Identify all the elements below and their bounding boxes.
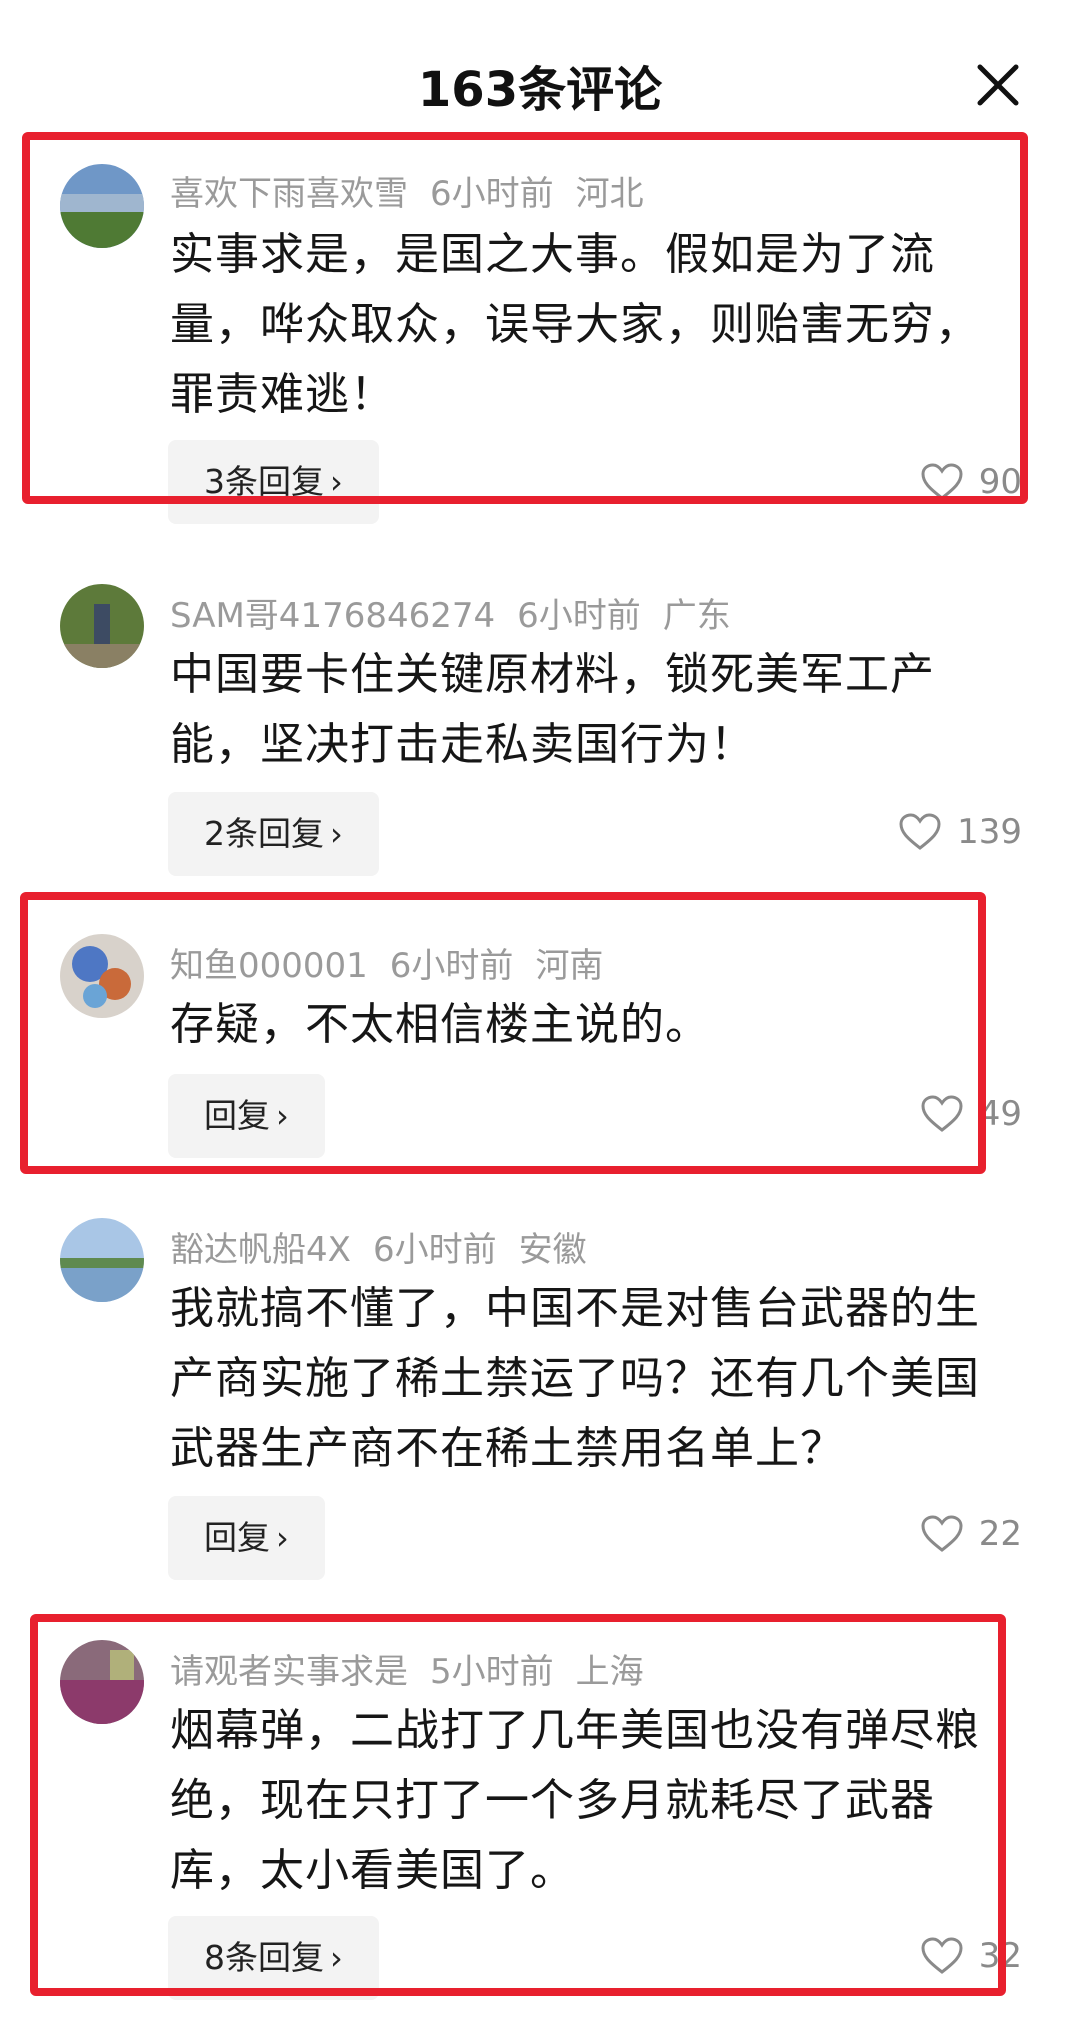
- close-icon[interactable]: [968, 55, 1028, 115]
- comment-meta: 喜欢下雨喜欢雪 6小时前 河北: [170, 166, 666, 215]
- comment-meta: 知鱼000001 6小时前 河南: [170, 938, 625, 987]
- chevron-right-icon: ›: [276, 1519, 289, 1557]
- comment-meta: 豁达帆船4X 6小时前 安徽: [170, 1222, 609, 1271]
- like-count: 139: [957, 812, 1022, 852]
- location: 广东: [662, 596, 731, 636]
- like-count: 49: [978, 1094, 1022, 1134]
- replies-button[interactable]: 回复 ›: [168, 1074, 325, 1158]
- like-button[interactable]: 32: [921, 1926, 1022, 1986]
- replies-label: 2条回复: [204, 814, 324, 853]
- chevron-right-icon: ›: [330, 1939, 343, 1977]
- replies-button[interactable]: 8条回复 ›: [168, 1916, 379, 2000]
- replies-label: 回复: [204, 1518, 270, 1557]
- like-count: 32: [978, 1936, 1022, 1976]
- comment-meta: 请观者实事求是 5小时前 上海: [170, 1644, 666, 1693]
- username[interactable]: 请观者实事求是: [170, 1652, 408, 1692]
- comment-text: 实事求是，是国之大事。假如是为了流量，哗众取众，误导大家，则贻害无穷，罪责难逃！: [170, 229, 980, 420]
- timestamp: 6小时前: [517, 596, 641, 636]
- chevron-right-icon: ›: [330, 815, 343, 853]
- comments-header: 163条评论: [0, 0, 1080, 150]
- location: 上海: [575, 1652, 644, 1692]
- like-button[interactable]: 49: [921, 1084, 1022, 1144]
- avatar[interactable]: [60, 164, 144, 248]
- heart-icon: [921, 1937, 963, 1974]
- timestamp: 6小时前: [389, 946, 514, 986]
- avatar[interactable]: [60, 934, 144, 1018]
- replies-label: 回复: [204, 1096, 270, 1135]
- replies-button[interactable]: 2条回复 ›: [168, 792, 379, 876]
- heart-icon: [921, 1515, 963, 1552]
- timestamp: 6小时前: [430, 174, 554, 214]
- username[interactable]: SAM哥4176846274: [170, 596, 495, 636]
- chevron-right-icon: ›: [276, 1097, 289, 1135]
- comment-text: 我就搞不懂了，中国不是对售台武器的生产商实施了稀土禁运了吗？还有几个美国武器生产…: [170, 1283, 980, 1474]
- avatar[interactable]: [60, 584, 144, 668]
- timestamp: 5小时前: [430, 1652, 554, 1692]
- username[interactable]: 豁达帆船4X: [170, 1230, 351, 1270]
- like-button[interactable]: 22: [921, 1504, 1022, 1564]
- comment-text: 存疑，不太相信楼主说的。: [170, 999, 710, 1050]
- like-button[interactable]: 90: [921, 452, 1022, 512]
- location: 河北: [575, 174, 644, 214]
- username[interactable]: 知鱼000001: [170, 946, 368, 986]
- location: 河南: [535, 946, 604, 986]
- like-button[interactable]: 139: [899, 802, 1022, 862]
- like-count: 90: [978, 462, 1022, 502]
- heart-icon: [921, 1095, 963, 1132]
- username[interactable]: 喜欢下雨喜欢雪: [170, 174, 408, 214]
- heart-icon: [921, 463, 963, 500]
- comment-text: 中国要卡住关键原材料，锁死美军工产能，坚决打击走私卖国行为！: [170, 649, 935, 770]
- avatar[interactable]: [60, 1640, 144, 1724]
- heart-icon: [899, 813, 941, 850]
- chevron-right-icon: ›: [330, 463, 343, 501]
- comment-meta: SAM哥4176846274 6小时前 广东: [170, 588, 753, 637]
- comment-text: 烟幕弹，二战打了几年美国也没有弹尽粮绝，现在只打了一个多月就耗尽了武器库，太小看…: [170, 1705, 980, 1896]
- replies-button[interactable]: 3条回复 ›: [168, 440, 379, 524]
- avatar[interactable]: [60, 1218, 144, 1302]
- like-count: 22: [978, 1514, 1022, 1554]
- location: 安徽: [518, 1230, 587, 1270]
- replies-label: 8条回复: [204, 1938, 324, 1977]
- timestamp: 6小时前: [372, 1230, 497, 1270]
- replies-label: 3条回复: [204, 462, 324, 501]
- replies-button[interactable]: 回复 ›: [168, 1496, 325, 1580]
- page-title: 163条评论: [417, 62, 663, 118]
